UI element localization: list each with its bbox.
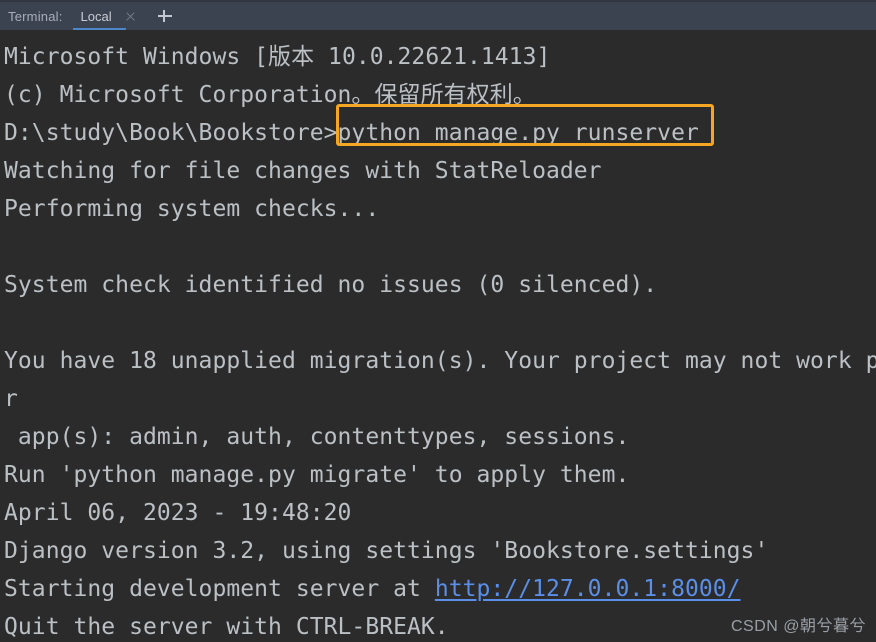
terminal-line: Run 'python manage.py migrate' to apply …: [4, 462, 630, 488]
tab-local[interactable]: Local: [72, 2, 126, 30]
terminal-line: app(s): admin, auth, contenttypes, sessi…: [4, 424, 630, 450]
terminal-toolbar: Terminal: Local: [0, 0, 876, 30]
terminal-line: Watching for file changes with StatReloa…: [4, 158, 602, 184]
terminal-line: r: [4, 386, 18, 412]
terminal-line: Quit the server with CTRL-BREAK.: [4, 614, 449, 640]
terminal-output[interactable]: Microsoft Windows [版本 10.0.22621.1413] (…: [0, 30, 876, 642]
terminal-window: Terminal: Local Microsoft Windows [版本 10…: [0, 0, 876, 642]
terminal-toolbar-label: Terminal:: [8, 8, 63, 24]
terminal-line: Microsoft Windows [版本 10.0.22621.1413]: [4, 44, 551, 70]
terminal-line: April 06, 2023 - 19:48:20: [4, 500, 352, 526]
terminal-line-server: Starting development server at http://12…: [4, 570, 741, 608]
server-url-link[interactable]: http://127.0.0.1:8000/: [435, 576, 741, 602]
server-line-prefix: Starting development server at: [4, 576, 435, 602]
terminal-line: Performing system checks...: [4, 196, 380, 222]
tab-local-label: Local: [80, 8, 112, 24]
terminal-line-command: D:\study\Book\Bookstore>python manage.py…: [4, 120, 699, 146]
terminal-line: You have 18 unapplied migration(s). Your…: [4, 348, 876, 374]
terminal-line: System check identified no issues (0 sil…: [4, 272, 658, 298]
plus-icon[interactable]: [157, 8, 173, 24]
terminal-line: Django version 3.2, using settings 'Book…: [4, 538, 769, 564]
close-icon[interactable]: [124, 10, 137, 23]
watermark: CSDN @朝兮暮兮: [730, 618, 866, 635]
terminal-line: (c) Microsoft Corporation。保留所有权利。: [4, 82, 536, 108]
